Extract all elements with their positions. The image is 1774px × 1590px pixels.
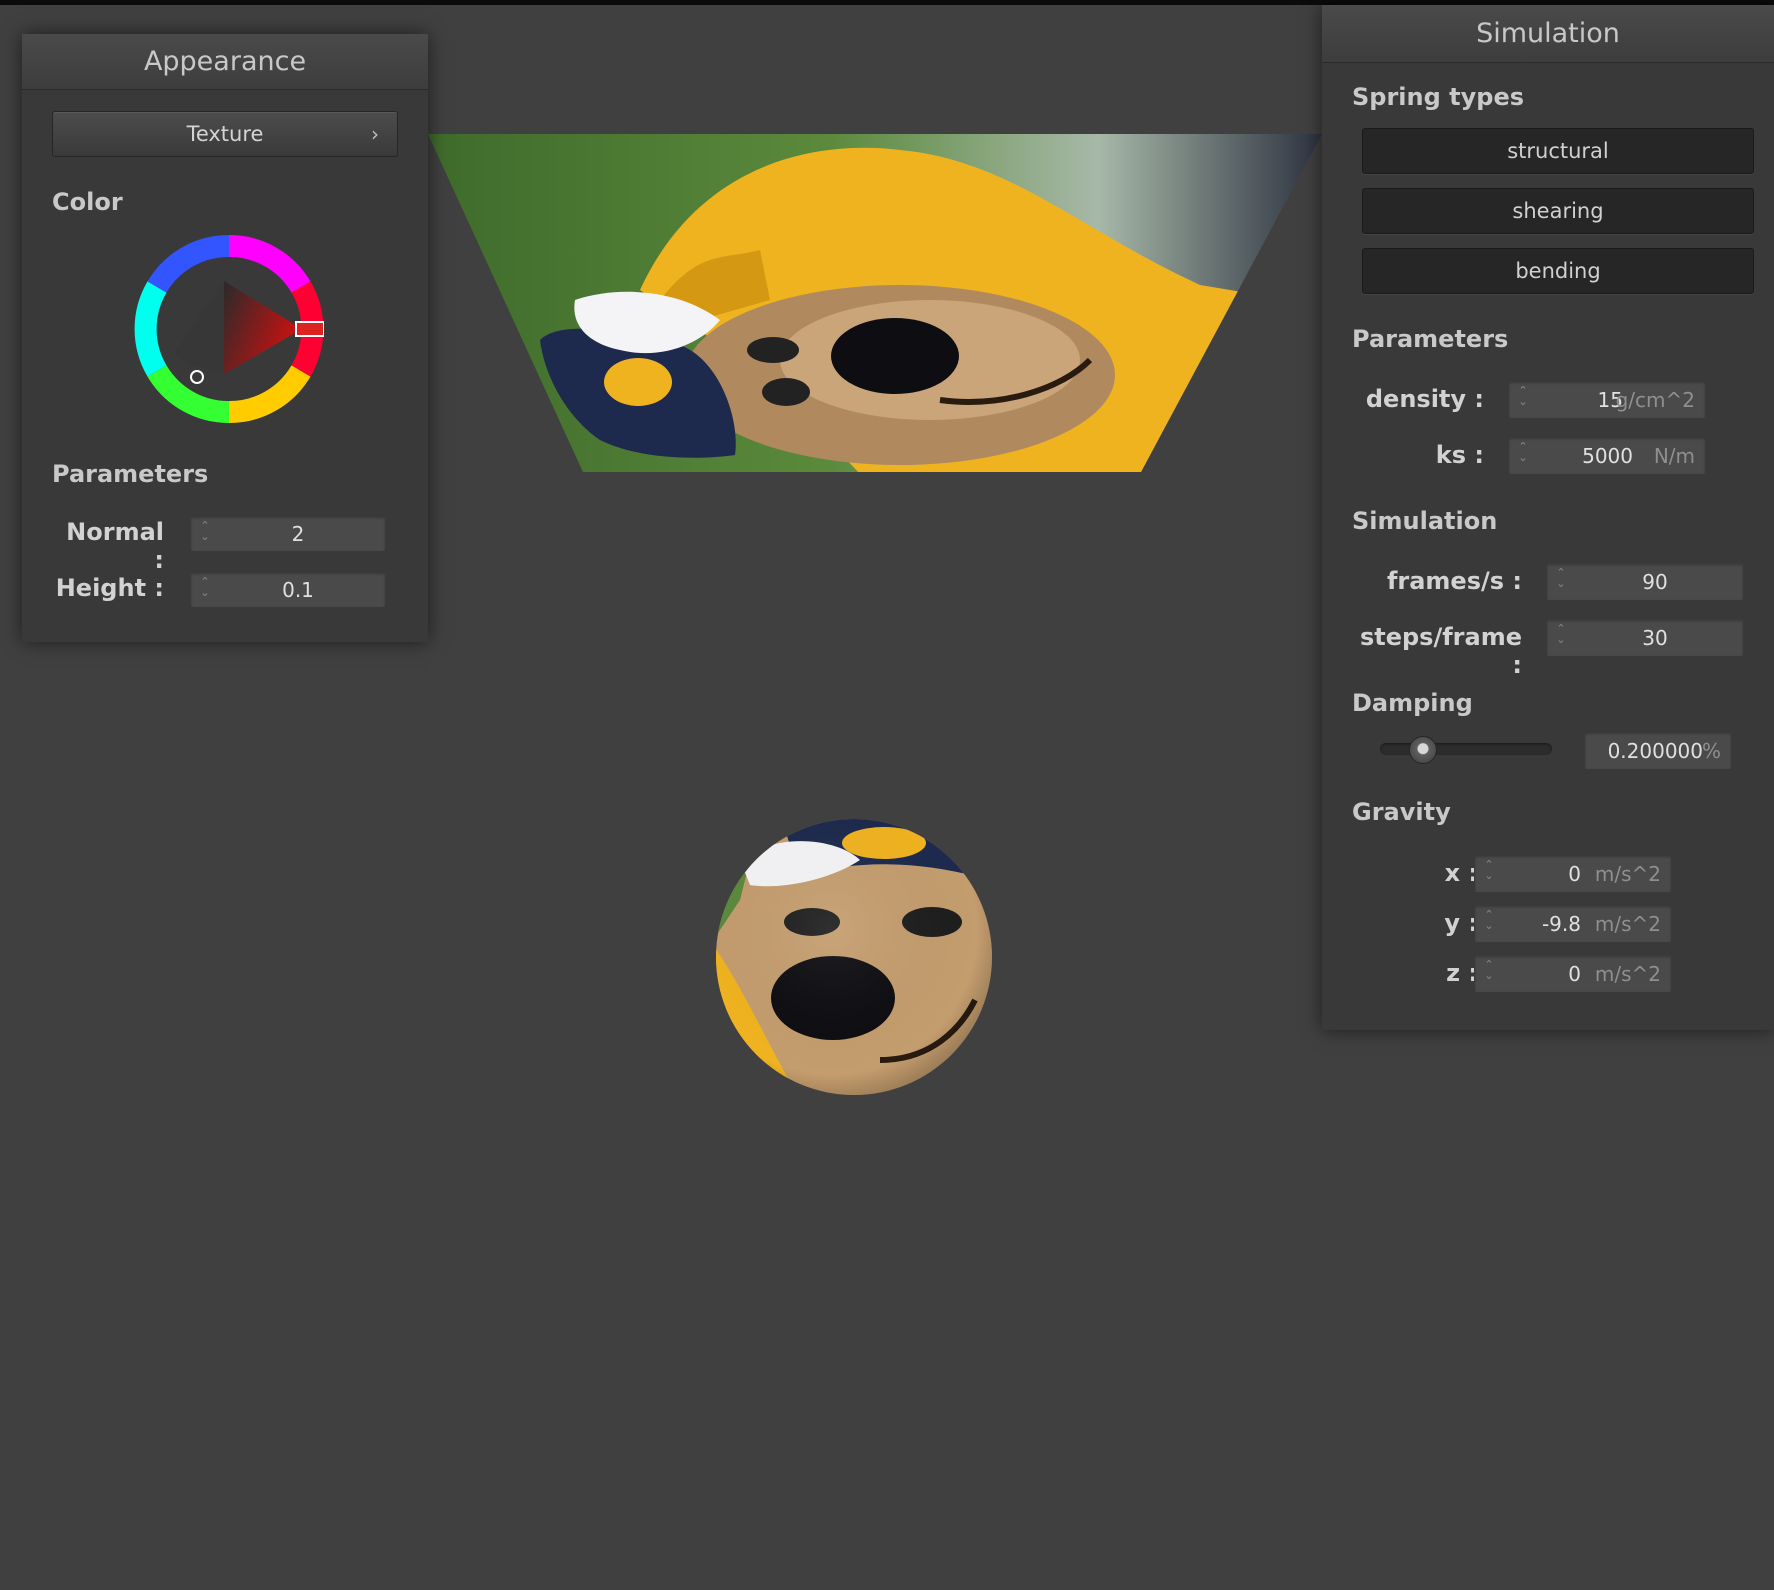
normal-label: Normal : (66, 518, 164, 574)
appearance-panel-title: Appearance (22, 34, 428, 90)
gravity-x-unit: m/s^2 (1594, 862, 1661, 886)
shearing-toggle[interactable]: shearing (1362, 188, 1754, 234)
appearance-panel: Appearance Texture › Color Parameters No… (22, 34, 428, 642)
damping-value: 0.200000 (1607, 739, 1703, 763)
bending-toggle[interactable]: bending (1362, 248, 1754, 294)
structural-toggle[interactable]: structural (1362, 128, 1754, 174)
damping-slider-handle[interactable] (1409, 736, 1438, 764)
spinner-arrows-icon[interactable]: ⌃ ⌄ (1481, 909, 1497, 931)
chevron-right-icon: › (371, 122, 379, 146)
frames-per-second-value: 90 (1642, 570, 1668, 594)
gravity-x-label: x : (1444, 859, 1478, 887)
simulation-section-label: Simulation (1352, 507, 1498, 535)
spinner-arrows-icon[interactable]: ⌃ ⌄ (1553, 567, 1569, 589)
normal-input[interactable]: ⌃ ⌄ 2 (190, 516, 386, 552)
height-value: 0.1 (282, 578, 314, 602)
steps-per-frame-label: steps/frame : (1359, 623, 1522, 679)
density-unit: g/cm^2 (1615, 388, 1695, 412)
hue-selector-handle[interactable] (295, 321, 324, 337)
gravity-z-label: z : (1446, 959, 1478, 987)
color-section-label: Color (52, 188, 123, 216)
textured-sphere[interactable] (700, 815, 1010, 1105)
damping-input[interactable]: 0.200000 % (1584, 732, 1732, 770)
ks-label: ks : (1435, 441, 1484, 469)
ks-value: 5000 (1582, 444, 1633, 468)
frames-per-second-label: frames/s : (1386, 567, 1522, 595)
ks-input[interactable]: ⌃ ⌄ 5000 N/m (1508, 437, 1706, 475)
spinner-arrows-icon[interactable]: ⌃ ⌄ (197, 576, 213, 598)
spinner-arrows-icon[interactable]: ⌃ ⌄ (1515, 385, 1531, 407)
spring-types-label: Spring types (1352, 83, 1525, 111)
gravity-y-unit: m/s^2 (1594, 912, 1661, 936)
gravity-z-unit: m/s^2 (1594, 962, 1661, 986)
color-wheel[interactable] (134, 234, 324, 424)
color-selector-point[interactable] (190, 370, 204, 384)
steps-per-frame-value: 30 (1642, 626, 1668, 650)
appearance-parameters-label: Parameters (52, 460, 209, 488)
gravity-y-value: -9.8 (1541, 912, 1581, 936)
texture-button[interactable]: Texture › (52, 111, 398, 157)
spinner-arrows-icon[interactable]: ⌃ ⌄ (197, 520, 213, 542)
gravity-x-value: 0 (1568, 862, 1581, 886)
spinner-arrows-icon[interactable]: ⌃ ⌄ (1515, 441, 1531, 463)
normal-value: 2 (291, 522, 305, 546)
damping-unit: % (1701, 739, 1721, 763)
gravity-y-label: y : (1444, 909, 1478, 937)
gravity-y-input[interactable]: ⌃ ⌄ -9.8 m/s^2 (1474, 905, 1672, 943)
simulation-panel-title: Simulation (1322, 5, 1774, 63)
damping-slider-track[interactable] (1380, 743, 1552, 755)
simulation-parameters-label: Parameters (1352, 325, 1509, 353)
steps-per-frame-input[interactable]: ⌃ ⌄ 30 (1546, 619, 1744, 657)
density-input[interactable]: ⌃ ⌄ 15 g/cm^2 (1508, 381, 1706, 419)
height-label: Height : (55, 574, 164, 602)
frames-per-second-input[interactable]: ⌃ ⌄ 90 (1546, 563, 1744, 601)
density-label: density : (1365, 385, 1484, 413)
spinner-arrows-icon[interactable]: ⌃ ⌄ (1481, 959, 1497, 981)
gravity-x-input[interactable]: ⌃ ⌄ 0 m/s^2 (1474, 855, 1672, 893)
height-input[interactable]: ⌃ ⌄ 0.1 (190, 572, 386, 608)
simulation-panel: Simulation Spring types structural shear… (1322, 5, 1774, 1030)
gravity-z-input[interactable]: ⌃ ⌄ 0 m/s^2 (1474, 955, 1672, 993)
cloth-mesh[interactable] (428, 134, 1322, 474)
gravity-z-value: 0 (1568, 962, 1581, 986)
spinner-arrows-icon[interactable]: ⌃ ⌄ (1481, 859, 1497, 881)
texture-button-label: Texture (186, 122, 264, 146)
damping-label: Damping (1352, 689, 1473, 717)
spinner-arrows-icon[interactable]: ⌃ ⌄ (1553, 623, 1569, 645)
gravity-label: Gravity (1352, 798, 1451, 826)
ks-unit: N/m (1653, 444, 1695, 468)
